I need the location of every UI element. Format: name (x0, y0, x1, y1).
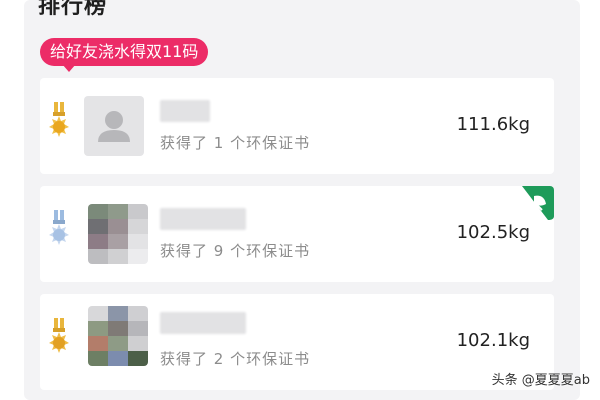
certificate-count-text: 获得了 1 个环保证书 (160, 134, 311, 152)
leaderboard-panel: 排行榜 给好友浇水得双11码 获得了 1 个环保证书 111.6kg 获得了 9… (24, 0, 580, 400)
leaf-badge-icon (522, 186, 554, 220)
default-avatar-icon (98, 111, 130, 142)
weight-value: 102.5kg (456, 222, 530, 243)
avatar[interactable] (84, 96, 144, 156)
promo-tail (62, 64, 76, 72)
silver-medal-icon (49, 210, 69, 245)
avatar[interactable] (88, 306, 148, 366)
avatar[interactable] (88, 204, 148, 264)
certificate-count-text: 获得了 9 个环保证书 (160, 242, 311, 260)
bronze-medal-icon (49, 318, 69, 353)
leaderboard-row[interactable]: 获得了 9 个环保证书 102.5kg (40, 186, 554, 282)
certificate-count-text: 获得了 2 个环保证书 (160, 350, 311, 368)
leaderboard-row[interactable]: 获得了 1 个环保证书 111.6kg (40, 78, 554, 174)
gold-medal-icon (49, 102, 69, 137)
leaderboard-row[interactable]: 获得了 2 个环保证书 102.1kg (40, 294, 554, 390)
leaderboard-title: 排行榜 (38, 0, 108, 19)
source-watermark: 头条 @夏夏夏ab (491, 373, 590, 388)
weight-value: 111.6kg (456, 114, 530, 135)
promo-water-friends-button[interactable]: 给好友浇水得双11码 (40, 38, 209, 66)
username-blurred (160, 312, 246, 334)
username-blurred (160, 208, 246, 230)
username-blurred (160, 100, 210, 122)
weight-value: 102.1kg (456, 330, 530, 351)
